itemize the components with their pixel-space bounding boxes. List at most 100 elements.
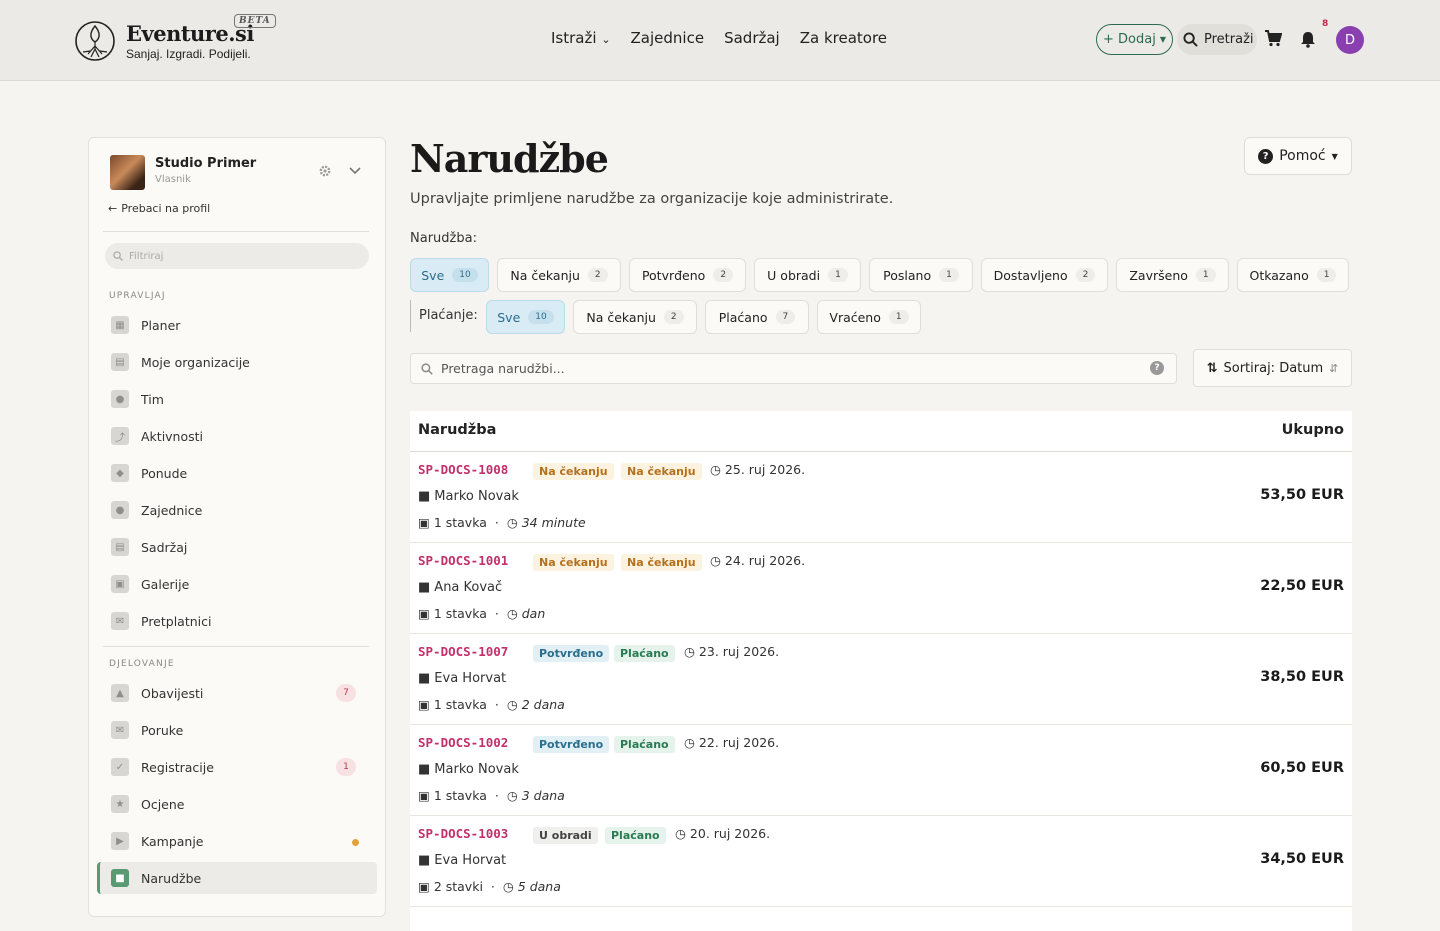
order-filter-shipped[interactable]: Poslano 1: [869, 258, 973, 292]
search-icon: [1183, 32, 1198, 47]
order-date-text: 24. ruj 2026.: [724, 553, 806, 568]
gear-icon[interactable]: [319, 165, 331, 177]
megaphone-icon: ▶: [111, 832, 129, 850]
sidebar-item-my-organizations[interactable]: ▤ Moje organizacije: [97, 346, 377, 378]
sidebar-item-messages[interactable]: ✉ Poruke: [97, 714, 377, 746]
table-row[interactable]: SP-DOCS-1001 Na čekanju Na čekanju ◷ 24. …: [410, 543, 1352, 634]
chip-label: Sve: [497, 309, 521, 325]
item-count: 1 stavka: [433, 788, 487, 803]
search-help-icon[interactable]: ?: [1150, 361, 1164, 375]
caret-down-icon: ▼: [1159, 35, 1166, 44]
order-id-link[interactable]: SP-DOCS-1008: [418, 462, 508, 477]
payment-filter-pending[interactable]: Na čekanju 2: [573, 300, 697, 334]
switch-to-profile-link[interactable]: ← Prebaci na profil: [108, 202, 210, 215]
table-row[interactable]: SP-DOCS-1007 Potvrđeno Plaćano ◷ 23. ruj …: [410, 634, 1352, 725]
tree-logo-icon[interactable]: [74, 20, 116, 62]
payment-filter-all[interactable]: Sve 10: [486, 300, 565, 334]
add-button[interactable]: + Dodaj ▼: [1096, 24, 1173, 55]
order-filter-delivered[interactable]: Dostavljeno 2: [981, 258, 1108, 292]
user-avatar[interactable]: D: [1336, 26, 1364, 54]
chip-count: 1: [888, 310, 909, 324]
section-label-manage: UPRAVLJAJ: [109, 291, 166, 301]
order-date: ◷ 25. ruj 2026.: [710, 462, 805, 477]
sidebar-item-activities[interactable]: ⤴ Aktivnosti: [97, 420, 377, 452]
order-meta: ▣ 1 stavka · ◷ 3 dana: [418, 788, 565, 803]
order-id-link[interactable]: SP-DOCS-1007: [418, 644, 508, 659]
team-icon: ●: [111, 390, 129, 408]
customer: ■ Ana Kovač: [418, 580, 502, 595]
status-badge: Potvrđeno: [533, 736, 610, 753]
table-row[interactable]: SP-DOCS-1008 Na čekanju Na čekanju ◷ 25. …: [410, 452, 1352, 543]
order-search-input[interactable]: Pretraga narudžbi... ?: [410, 353, 1177, 384]
cart-icon[interactable]: [1264, 30, 1282, 47]
user-icon: ■: [418, 671, 431, 686]
order-filter-all[interactable]: Sve 10: [410, 258, 489, 292]
order-date-text: 25. ruj 2026.: [724, 462, 806, 477]
sidebar-item-content[interactable]: ▤ Sadržaj: [97, 531, 377, 563]
page-title: Narudžbe: [410, 136, 609, 181]
sidebar-item-galleries[interactable]: ▣ Galerije: [97, 568, 377, 600]
clock-icon: ◷: [684, 735, 695, 750]
chevron-down-icon[interactable]: [349, 167, 361, 175]
chip-count: 2: [1075, 268, 1096, 282]
sidebar-item-label: Aktivnosti: [141, 428, 204, 444]
sidebar-filter-input[interactable]: Filtriraj: [105, 243, 369, 269]
clock-icon: ◷: [710, 553, 721, 568]
sidebar-item-registrations[interactable]: ✓ Registracije: [97, 751, 377, 783]
user-icon: ■: [418, 853, 431, 868]
sidebar-item-subscribers[interactable]: ✉ Pretplatnici: [97, 605, 377, 637]
sidebar-item-offers[interactable]: ◆ Ponude: [97, 457, 377, 489]
divider: [103, 646, 369, 647]
sidebar-item-orders[interactable]: ■ Narudžbe: [97, 862, 377, 894]
bell-icon[interactable]: [1300, 31, 1316, 48]
customer: ■ Eva Horvat: [418, 671, 506, 686]
payment-badge: Plaćano: [605, 827, 666, 844]
order-filter-confirmed[interactable]: Potvrđeno 2: [629, 258, 746, 292]
nav-explore-label: Istraži: [551, 29, 597, 47]
sort-button[interactable]: ⇅ Sortiraj: Datum ⇵: [1193, 349, 1352, 387]
envelope-icon: ✉: [111, 612, 129, 630]
search-icon: [421, 362, 433, 375]
divider: [103, 231, 369, 232]
payment-filter-refunded[interactable]: Vraćeno 1: [817, 300, 921, 334]
table-row[interactable]: SP-DOCS-1002 Potvrđeno Plaćano ◷ 22. ruj …: [410, 725, 1352, 816]
sidebar-item-label: Galerije: [141, 576, 190, 592]
order-id-link[interactable]: SP-DOCS-1002: [418, 735, 508, 750]
order-id-link[interactable]: SP-DOCS-1003: [418, 826, 508, 841]
nav-content[interactable]: Sadržaj: [724, 29, 780, 47]
nav-explore[interactable]: Istraži ⌄: [551, 29, 611, 47]
nav-for-creators[interactable]: Za kreatore: [800, 29, 887, 47]
chip-count: 7: [775, 310, 796, 324]
payment-badge: Na čekanju: [621, 463, 702, 480]
payment-badge: Plaćano: [614, 736, 675, 753]
sidebar-item-reviews[interactable]: ★ Ocjene: [97, 788, 377, 820]
sidebar-item-team[interactable]: ● Tim: [97, 383, 377, 415]
order-filter-pending[interactable]: Na čekanju 2: [497, 258, 621, 292]
nav-communities[interactable]: Zajednice: [631, 29, 705, 47]
payment-filter-paid[interactable]: Plaćano 7: [705, 300, 809, 334]
order-filter-completed[interactable]: Završeno 1: [1116, 258, 1229, 292]
order-id-link[interactable]: SP-DOCS-1001: [418, 553, 508, 568]
order-filter-processing[interactable]: U obradi 1: [754, 258, 861, 292]
status-badge: Na čekanju: [533, 554, 614, 571]
notification-count-badge: 8: [1322, 19, 1329, 29]
order-meta: ▣ 1 stavka · ◷ dan: [418, 606, 545, 621]
sidebar-item-planner[interactable]: ▦ Planer: [97, 309, 377, 341]
help-dropdown-button[interactable]: ? Pomoć ▼: [1244, 137, 1352, 175]
sidebar-item-communities[interactable]: ● Zajednice: [97, 494, 377, 526]
sidebar-item-campaigns[interactable]: ▶ Kampanje: [97, 825, 377, 857]
order-filter-cancelled[interactable]: Otkazano 1: [1237, 258, 1349, 292]
status-badge: Na čekanju: [533, 463, 614, 480]
order-total: 38,50 EUR: [1260, 669, 1344, 685]
item-count: 1 stavka: [433, 697, 487, 712]
table-row[interactable]: SP-DOCS-1003 U obradi Plaćano ◷ 20. ruj 2…: [410, 816, 1352, 907]
order-filter-label: Narudžba:: [410, 231, 477, 246]
organization-name[interactable]: Studio Primer: [155, 156, 256, 171]
search-button[interactable]: Pretraži: [1177, 24, 1257, 55]
sidebar-item-label: Obavijesti: [141, 685, 204, 701]
chip-count: 2: [663, 310, 684, 324]
sidebar-item-notifications[interactable]: ▲ Obavijesti: [97, 677, 377, 709]
order-total: 34,50 EUR: [1260, 851, 1344, 867]
tag-icon: ◆: [111, 464, 129, 482]
order-total: 53,50 EUR: [1260, 487, 1344, 503]
